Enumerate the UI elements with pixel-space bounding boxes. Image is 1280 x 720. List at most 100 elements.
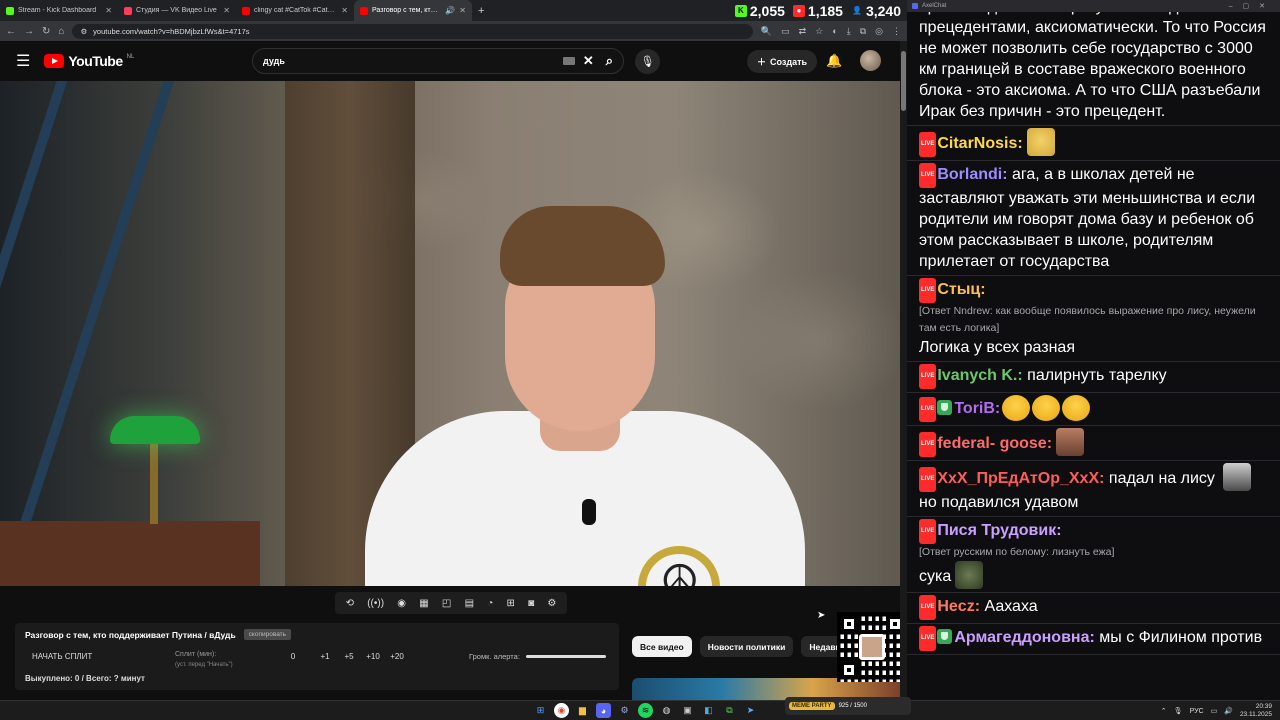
app-icon[interactable]: ▣ [680, 703, 695, 718]
split-widget: Разговор с тем, кто поддерживает Путина … [15, 623, 619, 690]
add-20-button[interactable]: +20 [385, 652, 409, 661]
chip-politics[interactable]: Новости политики [699, 636, 794, 657]
app-icon[interactable]: ⧉ [722, 703, 737, 718]
back-icon[interactable]: ← [6, 26, 16, 37]
chat-username[interactable]: Пися Трудовик: [937, 522, 1061, 539]
cast-icon[interactable]: ▭ [781, 26, 790, 37]
live-badge-icon: LIVE [919, 432, 937, 457]
discord-icon[interactable]: ◕ [596, 703, 611, 718]
add-clip-icon[interactable]: ⊞ [507, 598, 515, 609]
close-icon[interactable]: ✕ [341, 6, 348, 15]
spotify-icon[interactable]: ≋ [638, 703, 653, 718]
search-icon[interactable]: ⌕ [606, 53, 613, 69]
close-icon[interactable]: ✕ [105, 6, 112, 15]
volume-slider[interactable] [525, 655, 606, 658]
youtube-logo[interactable]: YouTube NL [44, 53, 134, 69]
puzzle-icon[interactable]: ⧉ [860, 26, 866, 37]
moderator-shield-icon [937, 400, 953, 415]
camera-icon[interactable]: ◙ [528, 598, 534, 609]
notifications-bell-icon[interactable]: 🔔 [826, 53, 842, 69]
close-icon[interactable]: ✕ [223, 6, 230, 15]
chat-message: правые адекватные разумные люди мыслят п… [907, 0, 1280, 126]
kick-favicon-icon [6, 6, 14, 15]
video-player[interactable] [0, 81, 900, 586]
page-scrollbar[interactable] [900, 41, 907, 700]
monitor-icon[interactable]: ▭ [1211, 707, 1218, 715]
broadcast-icon[interactable]: ((•)) [367, 598, 384, 609]
forward-icon[interactable]: → [24, 26, 34, 37]
home-icon[interactable]: ⌂ [58, 26, 64, 37]
viewers-count: 3,240 [865, 2, 901, 19]
chat-username[interactable]: federal- goose: [937, 435, 1052, 452]
chat-message: LIVE Borlandi: ага, а в школах детей не з… [907, 161, 1280, 276]
new-tab-button[interactable]: + [472, 5, 490, 17]
tab-cat-video[interactable]: clingy cat #CatTok #CatFails20... ✕ [236, 0, 354, 21]
watch-icon[interactable]: ◉ [397, 598, 406, 609]
film-icon[interactable]: ▦ [419, 598, 428, 609]
menu-icon[interactable]: ☰ [16, 51, 30, 71]
chevron-up-icon[interactable]: ⌃ [1161, 707, 1167, 715]
chat-username[interactable]: Стыц: [937, 281, 985, 298]
tab-label: Студия — VK Видео Live [136, 7, 217, 14]
loop-icon[interactable]: ⟲ [346, 598, 354, 609]
tab-current-video[interactable]: Разговор с тем, кто подде... 🔊 ✕ [354, 0, 472, 21]
download-icon[interactable]: ⤓ [847, 26, 851, 37]
language-indicator[interactable]: РУС [1190, 708, 1204, 715]
app-icon[interactable]: ◧ [701, 703, 716, 718]
speed-icon[interactable]: ◔ [487, 598, 493, 609]
clock[interactable]: 20:39 23.11.2025 [1240, 703, 1272, 719]
add-1-button[interactable]: +1 [313, 652, 337, 661]
close-icon[interactable]: ✕ [459, 6, 466, 15]
tab-kick-dashboard[interactable]: Stream - Kick Dashboard ✕ [0, 0, 118, 21]
add-10-button[interactable]: +10 [361, 652, 385, 661]
chat-username[interactable]: CitarNosis: [937, 135, 1022, 152]
windows-start-icon[interactable]: ⊞ [533, 703, 548, 718]
create-button[interactable]: ＋ Создать [747, 50, 818, 73]
translate-icon[interactable]: ⇄ [799, 26, 807, 37]
menu-icon[interactable]: ⋮ [892, 26, 901, 37]
chat-text: сука [919, 568, 952, 585]
speaker-icon[interactable]: 🔊 [445, 6, 455, 15]
chat-username[interactable]: XxX_ПрЕдАтОр_XxX: [937, 470, 1104, 487]
clear-icon[interactable]: ✕ [583, 53, 594, 69]
chat-username[interactable]: Hecz: [937, 598, 980, 615]
star-icon[interactable]: ☆ [815, 26, 823, 37]
chat-username[interactable]: Армагеддоновна: [954, 629, 1094, 646]
zoom-icon[interactable]: 🔍 [761, 26, 772, 37]
meme-party-widget[interactable]: MEME PARTY 925 / 1500 [785, 697, 911, 715]
obs-icon[interactable]: ◍ [659, 703, 674, 718]
split-footer: Выкуплено: 0 / Всего: ? минут [25, 674, 145, 683]
system-tray: ⌃ 🎙 РУС ▭ 🔊 20:39 23.11.2025 [1161, 703, 1272, 719]
avatar[interactable] [860, 50, 881, 71]
url-field[interactable]: ⚙ youtube.com/watch?v=hBDMjbzLfWs&t=4717… [72, 23, 753, 39]
chat-username[interactable]: Ivanych K.: [937, 367, 1022, 384]
window-controls[interactable]: –▢✕ [1229, 2, 1275, 10]
copy-badge[interactable]: скопировать [243, 629, 292, 640]
chat-username[interactable]: Borlandi: [937, 166, 1007, 183]
keyboard-icon[interactable] [562, 57, 575, 65]
vk-viewers: ● 1,185 [792, 3, 843, 19]
reload-icon[interactable]: ↻ [42, 26, 50, 37]
chip-all[interactable]: Все видео [632, 636, 692, 657]
lapel-microphone [582, 499, 596, 525]
split-minutes-label: Сплит (мин): (уст. перед "Начать") [175, 651, 233, 668]
telegram-icon[interactable]: ➤ [743, 703, 758, 718]
extension-icon[interactable]: ◐ [832, 26, 837, 37]
add-5-button[interactable]: +5 [337, 652, 361, 661]
profile-icon[interactable]: ◎ [875, 26, 883, 37]
chat-message: LIVE Стыц: [Ответ Nndrew: как вообще появи… [907, 276, 1280, 362]
start-split-button[interactable]: НАЧАТЬ СПЛИТ [32, 652, 175, 661]
chrome-icon[interactable]: ◉ [554, 703, 569, 718]
chat-username[interactable]: ToriB: [954, 400, 1000, 417]
speaker-icon[interactable]: 🔊 [1224, 707, 1233, 715]
pip-icon[interactable]: ◰ [442, 598, 451, 609]
clapper-icon[interactable]: ▤ [465, 598, 474, 609]
mic-icon[interactable]: 🎙 [1174, 707, 1183, 715]
folder-icon[interactable]: ▆ [575, 703, 590, 718]
settings-gear-icon[interactable]: ⚙ [547, 598, 556, 609]
tab-vk-studio[interactable]: Студия — VK Видео Live ✕ [118, 0, 236, 21]
steam-icon[interactable]: ⚙ [617, 703, 632, 718]
voice-search-button[interactable]: 🎙 [635, 49, 660, 74]
search-input[interactable]: дудь ✕ ⌕ [252, 48, 624, 74]
site-info-icon[interactable]: ⚙ [80, 27, 87, 36]
